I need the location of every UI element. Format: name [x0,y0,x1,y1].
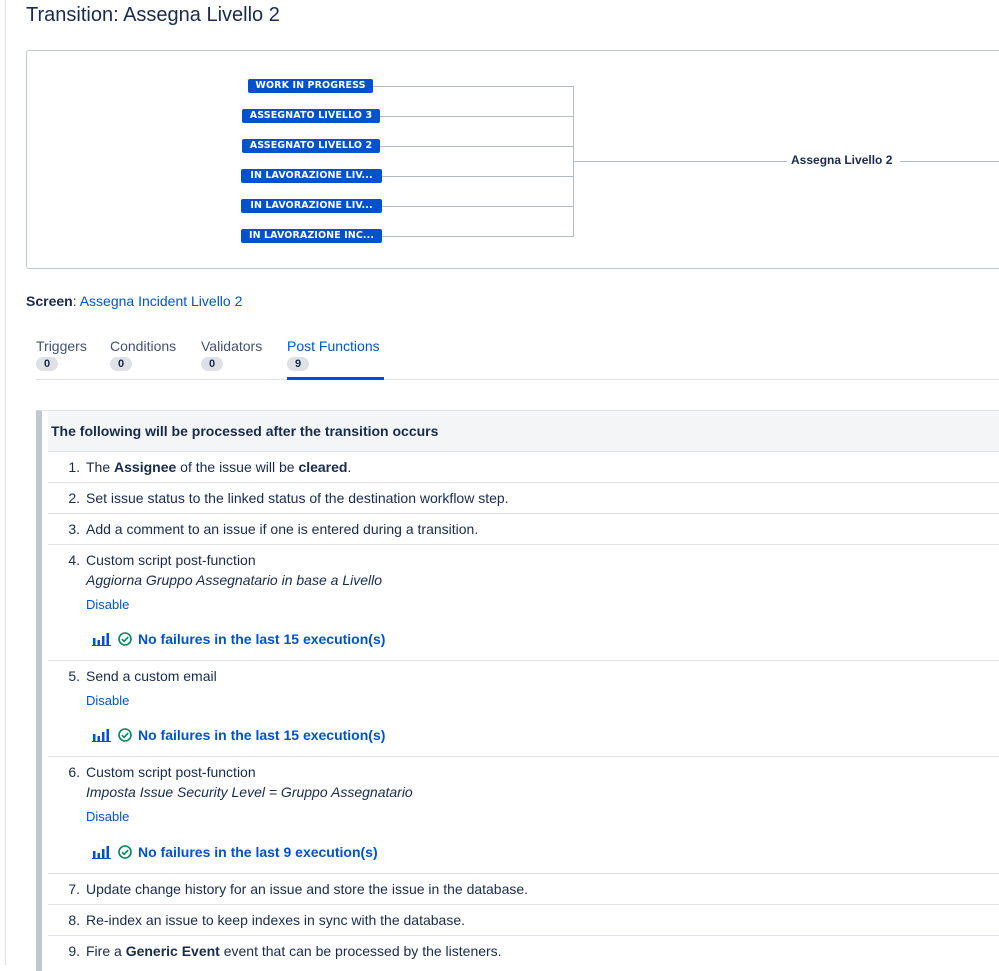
connector-line [380,116,573,117]
item-text: Custom script post-function [86,764,256,780]
item-number: 6. [68,764,80,780]
item-text: Fire a Generic Event event that can be p… [86,943,502,959]
post-function-item: 2. Set issue status to the linked status… [48,483,999,514]
item-number: 2. [68,490,80,506]
execution-status-text: No failures in the last 15 execution(s) [138,727,386,743]
post-function-item: 7. Update change history for an issue an… [48,874,999,905]
bar-chart-icon [92,633,111,646]
post-functions-panel: The following will be processed after th… [36,410,999,971]
connector-line [382,206,573,207]
post-function-item: 4. Custom script post-function Aggiorna … [48,545,999,661]
tab-conditions[interactable]: Conditions 0 [110,338,176,371]
item-text: Add a comment to an issue if one is ente… [86,521,479,537]
screen-row: Screen: Assegna Incident Livello 2 [26,293,242,309]
post-function-item: 5. Send a custom email Disable No failur… [48,661,999,757]
script-description: Imposta Issue Security Level = Gruppo As… [86,784,413,800]
connector-line [382,176,573,177]
status-lozenge-in-lavorazione-inc[interactable]: IN LAVORAZIONE INC... [241,229,382,243]
tabs-divider [36,379,999,380]
item-text: Re-index an issue to keep indexes in syn… [86,912,466,928]
item-number: 8. [68,912,80,928]
workflow-diagram: WORK IN PROGRESS ASSEGNATO LIVELLO 3 ASS… [26,50,999,269]
text-part: The [86,459,115,475]
execution-status[interactable]: No failures in the last 9 execution(s) [92,843,378,861]
text-bold: Assignee [114,459,177,475]
item-text: The Assignee of the issue will be cleare… [86,459,351,475]
disable-link[interactable]: Disable [86,597,129,612]
item-text: Custom script post-function [86,552,256,568]
post-function-item: 1. The Assignee of the issue will be cle… [48,452,999,483]
connector-line [380,146,573,147]
item-number: 1. [68,459,80,475]
tab-label: Triggers [36,338,87,354]
text-part: of the issue will be [176,459,299,475]
item-text: Set issue status to the linked status of… [86,490,509,506]
status-lozenge-assegnato-livello-3[interactable]: ASSEGNATO LIVELLO 3 [242,109,380,123]
status-lozenge-in-lavorazione-liv-a[interactable]: IN LAVORAZIONE LIV... [241,169,382,183]
status-lozenge-in-lavorazione-liv-b[interactable]: IN LAVORAZIONE LIV... [241,199,382,213]
screen-label: Screen [26,293,73,309]
text-part: event that can be processed by the liste… [219,943,502,959]
check-circle-icon [118,632,132,646]
post-function-item: 8. Re-index an issue to keep indexes in … [48,905,999,936]
item-number: 4. [68,552,80,568]
tab-label: Validators [201,338,263,354]
execution-status-text: No failures in the last 9 execution(s) [138,844,378,860]
script-description: Aggiorna Gruppo Assegnatario in base a L… [86,572,383,588]
panel-header: The following will be processed after th… [48,411,999,452]
text-part: Fire a [86,943,126,959]
connector-line [900,161,999,162]
transition-tabs: Triggers 0 Conditions 0 Validators 0 Pos… [36,338,999,380]
tab-triggers[interactable]: Triggers 0 [36,338,87,371]
connector-line [573,161,787,162]
status-lozenge-assegnato-livello-2[interactable]: ASSEGNATO LIVELLO 2 [242,139,380,153]
item-number: 9. [68,943,80,959]
bar-chart-icon [92,846,111,859]
execution-status[interactable]: No failures in the last 15 execution(s) [92,630,385,648]
transition-label: Assegna Livello 2 [791,153,893,167]
item-text: Update change history for an issue and s… [86,881,529,897]
tab-label: Post Functions [287,338,380,354]
text-bold: cleared [298,459,348,475]
page-title: Transition: Assegna Livello 2 [26,4,280,26]
status-lozenge-work-in-progress[interactable]: WORK IN PROGRESS [248,79,373,93]
item-number: 5. [68,668,80,684]
post-function-item: 9. Fire a Generic Event event that can b… [48,936,999,966]
post-function-item: 3. Add a comment to an issue if one is e… [48,514,999,545]
screen-colon: : [72,293,77,309]
tab-count-badge: 0 [110,357,132,371]
check-circle-icon [118,845,132,859]
connector-line [373,86,573,87]
text-part: . [347,459,352,475]
item-number: 7. [68,881,80,897]
tab-count-badge: 9 [287,357,309,371]
tab-count-badge: 0 [201,357,223,371]
tab-label: Conditions [110,338,177,354]
screen-link[interactable]: Assegna Incident Livello 2 [80,293,243,309]
item-number: 3. [68,521,80,537]
disable-link[interactable]: Disable [86,809,129,824]
tab-count-badge: 0 [36,357,58,371]
bar-chart-icon [92,729,111,742]
active-tab-indicator [287,377,384,380]
execution-status-text: No failures in the last 15 execution(s) [138,631,386,647]
text-bold: Generic Event [125,943,220,959]
check-circle-icon [118,728,132,742]
item-text: Send a custom email [86,668,217,684]
page-left-border [5,0,6,965]
execution-status[interactable]: No failures in the last 15 execution(s) [92,726,385,744]
tab-validators[interactable]: Validators 0 [201,338,262,371]
connector-line [382,236,573,237]
post-function-item: 6. Custom script post-function Imposta I… [48,757,999,874]
disable-link[interactable]: Disable [86,693,129,708]
tab-post-functions[interactable]: Post Functions 9 [287,338,380,371]
